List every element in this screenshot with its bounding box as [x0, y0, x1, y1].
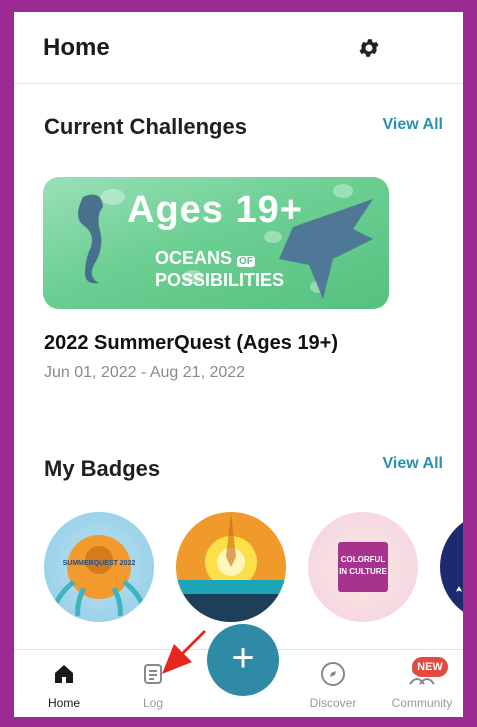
add-button[interactable]: +	[207, 624, 279, 696]
red-arrow-icon	[162, 630, 206, 674]
banner-sub-oceans: OCEANS	[155, 248, 233, 268]
compass-icon	[321, 662, 345, 686]
gear-icon[interactable]	[357, 36, 381, 60]
page-title: Home	[43, 34, 110, 61]
banner-subtitle: OCEANS OF POSSIBILITIES	[155, 249, 284, 290]
challenges-view-all-link[interactable]: View All	[383, 116, 443, 134]
badge-colorful-culture[interactable]: COLORFUL IN CULTURE	[308, 512, 418, 622]
challenge-dates: Jun 01, 2022 - Aug 21, 2022	[44, 364, 246, 381]
header: Home	[14, 12, 463, 84]
new-badge: NEW	[412, 657, 448, 677]
challenge-name[interactable]: 2022 SummerQuest (Ages 19+)	[44, 332, 338, 355]
nav-discover[interactable]: Discover	[293, 650, 373, 717]
app-screen: Home Current Challenges View All Ages 19…	[14, 12, 463, 717]
badge-colorful-text: COLORFUL IN CULTURE	[339, 555, 387, 576]
nav-discover-label: Discover	[309, 696, 357, 710]
nav-home-label: Home	[47, 696, 80, 710]
banner-sub-of: OF	[237, 256, 255, 267]
badge-summerquest[interactable]: SUMMERQUEST 2022	[44, 512, 154, 622]
badges-view-all-link[interactable]: View All	[383, 455, 443, 473]
star-icon	[456, 586, 462, 592]
nav-community-label: Community	[391, 696, 453, 710]
badge-night-sky[interactable]	[440, 512, 463, 622]
compass-sun-icon	[176, 512, 286, 622]
nav-home[interactable]: Home	[24, 650, 104, 717]
badge-compass-sunset[interactable]	[176, 512, 286, 622]
banner-sub-possibilities: POSSIBILITIES	[155, 270, 285, 290]
challenge-banner[interactable]: Ages 19+ OCEANS OF POSSIBILITIES	[43, 177, 389, 309]
home-icon	[55, 665, 73, 683]
banner-title: Ages 19+	[127, 189, 303, 231]
badges-title: My Badges	[44, 456, 161, 481]
challenges-title: Current Challenges	[44, 114, 247, 139]
octopus-diver-icon	[51, 535, 147, 617]
badge-summerquest-text: SUMMERQUEST 2022	[62, 560, 136, 567]
nav-log-label: Log	[142, 696, 164, 710]
